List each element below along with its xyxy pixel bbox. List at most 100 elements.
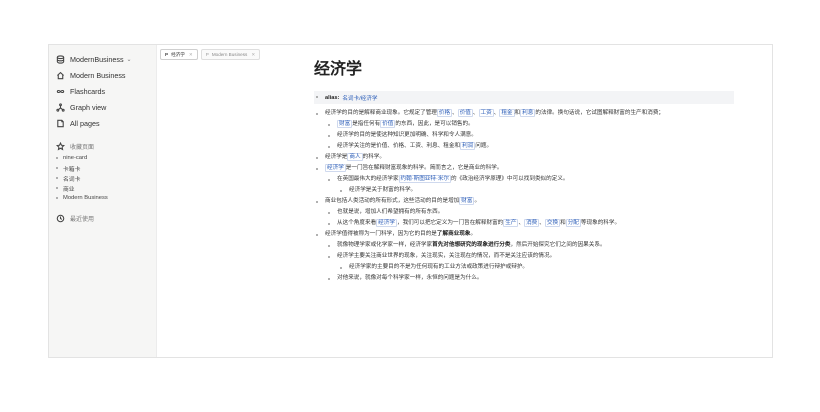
block-text: ，然后开始探究它们之间的因果关系。 [510, 242, 606, 248]
sidebar-item-graph-view[interactable]: Graph view [49, 99, 156, 115]
bullet [56, 197, 58, 199]
block-text: 。 [474, 198, 481, 204]
outline-block[interactable]: 经济学家的主要目的不是为任何现有的工业方法或政策进行辩护或辩护。 [314, 263, 734, 273]
page-link[interactable]: 财富 [459, 197, 475, 205]
page-link[interactable]: 经济学 [376, 219, 397, 227]
close-icon[interactable]: ✕ [189, 52, 193, 58]
sidebar-item-label: Flashcards [70, 86, 106, 96]
page-icon: P [165, 52, 169, 57]
tab-modern-business[interactable]: P Modern Business ✕ [200, 49, 261, 60]
block-text: 经济学值得被称为一门科学，因为它的目的是 [325, 231, 437, 237]
bullet[interactable] [328, 223, 330, 225]
bullet[interactable] [328, 124, 330, 126]
block-text: 经济学主要关注商业世界的现象，关注现实，关注现在的情况，而不是关注应该的情况。 [337, 253, 556, 259]
outline-block[interactable]: 经济学值得被称为一门科学，因为它的目的是了解商业现象。 [314, 230, 734, 240]
alias-property[interactable]: alias: 名词卡/经济学 [314, 91, 734, 104]
page-link[interactable]: 工资 [478, 109, 494, 117]
page-link[interactable]: 商人 [347, 153, 363, 161]
favorite-item[interactable]: 商业 [49, 183, 156, 193]
bullet[interactable] [328, 245, 330, 247]
database-icon [55, 54, 65, 64]
alias-key: alias: [325, 94, 340, 101]
alias-link[interactable]: 名词卡/经济学 [342, 94, 377, 102]
favorites-header[interactable]: 收藏页面 [49, 139, 156, 153]
outline-block[interactable]: 在英国最伟大的经济学家 约翰·斯图亚特·米尔 的《政治经济学原理》中可以找到类似的定… [314, 175, 734, 185]
page-link[interactable]: 价值 [457, 109, 473, 117]
favorite-item[interactable]: 卡箱卡 [49, 163, 156, 173]
workspace-name: ModernBusiness [70, 54, 124, 64]
bullet [316, 96, 318, 98]
recent-header[interactable]: 最近使用 [49, 211, 156, 225]
block-text: 对他来说，就像对每个科学家一样，永恒的问题是为什么。 [337, 275, 483, 281]
page-title[interactable]: 经济学 [314, 55, 362, 79]
outline-block[interactable]: 对他来说，就像对每个科学家一样，永恒的问题是为什么。 [314, 274, 734, 284]
tab-economics[interactable]: P 经济学 ✕ [160, 49, 198, 60]
outline-block[interactable]: 经济学是 商人 的科学。 [314, 153, 734, 163]
block-text: 从这个角度来看 [337, 220, 377, 226]
outline-block[interactable]: 经济学 是一门旨在解释财富现象的科学。简而言之，它是商业的科学。 [314, 164, 734, 174]
tab-label: Modern Business [211, 52, 248, 57]
page-link[interactable]: 分配 [565, 219, 581, 227]
bullet[interactable] [328, 256, 330, 258]
page-link[interactable]: 利润 [460, 142, 476, 150]
outline-block[interactable]: 财富 是指任何有 价值 的东西，因此，是可以销售的。 [314, 120, 734, 130]
sidebar-item-flashcards[interactable]: Flashcards [49, 83, 156, 99]
bullet[interactable] [328, 135, 330, 137]
infinity-icon [55, 86, 65, 96]
outline-block[interactable]: 经济学是关于财富的科学。 [314, 186, 734, 196]
outline-block[interactable]: 经济学关注的是价值、价格、工资、利息、租金和 利润 问题。 [314, 142, 734, 152]
main-area: P 经济学 ✕ P Modern Business ✕ 经济学 alias: 名… [157, 45, 772, 357]
bullet[interactable] [328, 146, 330, 148]
outline-block[interactable]: 经济学主要关注商业世界的现象，关注现实，关注现在的情况，而不是关注应该的情况。 [314, 252, 734, 262]
recent-label: 最近使用 [70, 216, 95, 223]
favorite-item[interactable]: Modern Business [49, 193, 156, 203]
tab-bar: P 经济学 ✕ P Modern Business ✕ [160, 49, 263, 60]
sidebar-item-all-pages[interactable]: All pages [49, 115, 156, 131]
app-window: ModernBusiness ⌄ Modern Business Flashca… [48, 44, 773, 358]
outline-block[interactable]: 就像物理学家或化学家一样，经济学家首先对他想研究的现象进行分类，然后开始探究它们… [314, 241, 734, 251]
outline-block[interactable]: 商业包括人类活动的所有形式，这些活动的目的是增加 财富。 [314, 197, 734, 207]
bullet[interactable] [328, 179, 330, 181]
outline-block[interactable]: 从这个角度来看 经济学 ，我们可以把它定义为一门旨在解释财富的 生产、消费、交换和分配… [314, 219, 734, 229]
bullet[interactable] [316, 201, 318, 203]
favorite-item[interactable]: 名词卡 [49, 173, 156, 183]
bold-text: 了解商业现象 [436, 231, 471, 237]
bullet[interactable] [316, 234, 318, 236]
block-text: 和 [560, 220, 566, 226]
block-text: 的科学。 [362, 154, 385, 160]
page-content: alias: 名词卡/经济学 经济学的目的是解释商业现象。它规定了管理 价格、价值… [314, 91, 734, 285]
bullet[interactable] [340, 190, 342, 192]
outline-block[interactable]: 经济学的目的是使这种知识更加明确、科学和令人满意。 [314, 131, 734, 141]
block-list: 经济学的目的是解释商业现象。它规定了管理 价格、价值、工资、租金和利息 的法律。换句… [314, 109, 734, 284]
bullet[interactable] [340, 267, 342, 269]
bullet[interactable] [316, 113, 318, 115]
page-link[interactable]: 经济学 [325, 164, 346, 172]
block-text: 经济学家的主要目的不是为任何现有的工业方法或政策进行辩护或辩护。 [349, 264, 529, 270]
bullet[interactable] [316, 157, 318, 159]
page-link[interactable]: 财富 [337, 120, 353, 128]
bullet[interactable] [328, 278, 330, 280]
page-link[interactable]: 租金 [499, 109, 515, 117]
page-link[interactable]: 消费 [524, 219, 540, 227]
outline-block[interactable]: 也就是说，增加人们希望拥有的所有东西。 [314, 208, 734, 218]
sidebar-item-modern-business[interactable]: Modern Business [49, 67, 156, 83]
block-text: 经济学的目的是使这种知识更加明确、科学和令人满意。 [337, 132, 477, 138]
favorite-item[interactable]: nine-card [49, 153, 156, 163]
page-link[interactable]: 利息 [520, 109, 536, 117]
page-link[interactable]: 生产 [503, 219, 519, 227]
bullet[interactable] [316, 168, 318, 170]
block-text: 、 [452, 110, 458, 116]
page-link[interactable]: 价值 [380, 120, 396, 128]
close-icon[interactable]: ✕ [251, 52, 255, 58]
bullet[interactable] [328, 212, 330, 214]
page-link[interactable]: 交换 [544, 219, 561, 227]
page-link[interactable]: 价格 [436, 109, 453, 117]
outline-block[interactable]: 经济学的目的是解释商业现象。它规定了管理 价格、价值、工资、租金和利息 的法律。换句… [314, 109, 734, 119]
favorites-label: 收藏页面 [70, 144, 95, 151]
workspace-switcher[interactable]: ModernBusiness ⌄ [49, 51, 156, 67]
block-text: 的《政治经济学原理》中可以找到类似的定义。 [451, 176, 569, 182]
star-icon [55, 141, 65, 151]
page-link[interactable]: 约翰·斯图亚特·米尔 [398, 175, 452, 183]
favorite-label: Modern Business [63, 195, 108, 201]
bullet [56, 167, 58, 169]
